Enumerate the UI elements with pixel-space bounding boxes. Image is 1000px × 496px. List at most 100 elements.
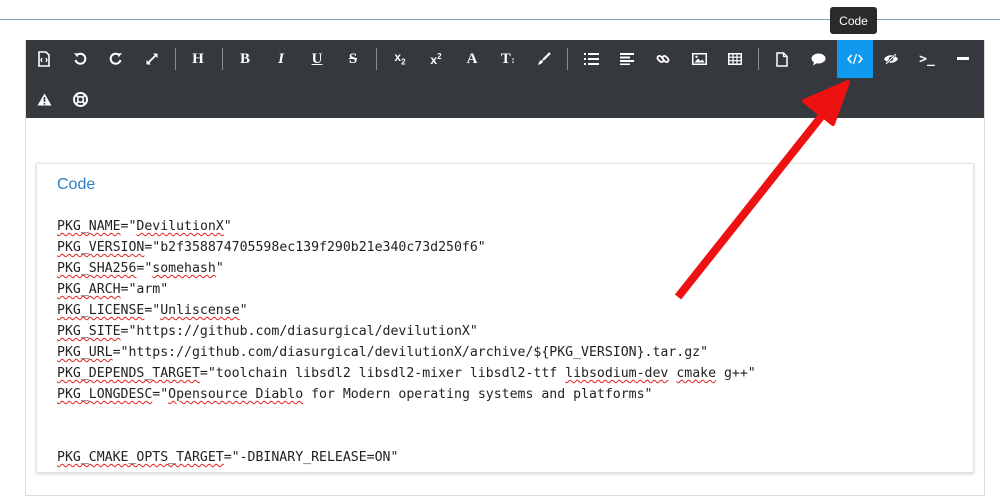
code-tooltip: Code [830, 7, 877, 34]
source-code-button[interactable] [26, 40, 62, 78]
spellcheck-flagged-text: PKG_LICENSE [57, 303, 145, 318]
code-text: for Modern operating systems and platfor… [303, 387, 653, 402]
spellcheck-flagged-text: PKG_URL [57, 345, 113, 360]
font-color-button[interactable]: A [454, 40, 490, 78]
code-text: " [239, 303, 248, 318]
spellcheck-flagged-text: PKG_CMAKE_OPTS_TARGET [57, 450, 224, 465]
brush-icon [537, 52, 551, 66]
table-icon [728, 53, 742, 65]
warning-button[interactable] [26, 80, 62, 118]
code-line: PKG_SHA256="somehash" [57, 258, 756, 279]
terminal-icon: >_ [919, 51, 935, 67]
code-line: PKG_URL="https://github.com/diasurgical/… [57, 342, 756, 363]
table-button[interactable] [717, 40, 753, 78]
italic-button[interactable]: I [263, 40, 299, 78]
spellcheck-flagged-text: DevilutionX [136, 219, 224, 234]
preview-eye-slash-icon [883, 53, 899, 65]
new-page-button[interactable] [764, 40, 800, 78]
undo-icon [73, 52, 87, 66]
code-text: " [223, 219, 232, 234]
heading-label: H [192, 50, 204, 67]
code-text: ="arm" [120, 282, 169, 297]
toolbar-separator [567, 48, 568, 70]
comment-icon [811, 53, 826, 66]
image-button[interactable] [681, 40, 717, 78]
brush-button[interactable] [526, 40, 562, 78]
underline-label: U [311, 50, 323, 67]
code-block-card: Code PKG_NAME="DevilutionX" PKG_VERSION="… [36, 163, 974, 473]
code-line: PKG_DEPENDS_TARGET="toolchain libsdl2 li… [57, 363, 756, 384]
toolbar-separator [758, 48, 759, 70]
spellcheck-flagged-text: PKG_NAME [57, 219, 121, 234]
code-button[interactable] [837, 40, 873, 78]
terminal-button[interactable]: >_ [909, 40, 945, 78]
spellcheck-flagged-text: libsodium-dev [565, 366, 669, 381]
subscript-index: 2 [401, 57, 406, 67]
bold-label: B [239, 50, 250, 67]
italic-label: I [278, 50, 284, 67]
strikethrough-label: S [348, 50, 358, 67]
help-button[interactable] [62, 80, 98, 118]
code-text: =" [120, 219, 137, 234]
rich-text-editor: H B I U S x2 x2 A T↕ >_ Code PKG_NAME="D… [25, 40, 985, 496]
bold-button[interactable]: B [227, 40, 263, 78]
font-size-button[interactable]: T↕ [490, 40, 526, 78]
toolbar-separator [175, 48, 176, 70]
fullscreen-icon [145, 52, 159, 66]
subscript-button[interactable]: x2 [382, 40, 418, 78]
code-line: PKG_ARCH="arm" [57, 279, 756, 300]
toolbar-separator [222, 48, 223, 70]
code-text: g++" [716, 366, 756, 381]
align-left-icon [620, 53, 634, 65]
code-line: PKG_NAME="DevilutionX" [57, 216, 756, 237]
code-text: =" [144, 303, 161, 318]
undo-button[interactable] [62, 40, 98, 78]
code-text: ="toolchain libsdl2 libsdl2-mixer libsdl… [199, 366, 566, 381]
align-button[interactable] [609, 40, 645, 78]
underline-button[interactable]: U [299, 40, 335, 78]
fullscreen-button[interactable] [134, 40, 170, 78]
code-line: PKG_LICENSE="Unliscense" [57, 300, 756, 321]
spellcheck-flagged-text: PKG_LONGDESC [57, 387, 153, 402]
toolbar-separator [376, 48, 377, 70]
spellcheck-flagged-text: PKG_VERSION [57, 240, 145, 255]
link-button[interactable] [645, 40, 681, 78]
code-text: ="b2f358874705598ec139f290b21e340c73d250… [144, 240, 486, 255]
code-text: ="https://github.com/diasurgical/devilut… [112, 345, 709, 360]
spellcheck-flagged-text: cmake [676, 366, 717, 381]
code-line: PKG_CMAKE_OPTS_TARGET="-DBINARY_RELEASE=… [57, 447, 756, 468]
superscript-button[interactable]: x2 [418, 40, 454, 78]
superscript-label: x2 [430, 52, 441, 66]
code-line: PKG_VERSION="b2f358874705598ec139f290b21… [57, 237, 756, 258]
redo-button[interactable] [98, 40, 134, 78]
code-text: ="-DBINARY_RELEASE=ON" [223, 450, 399, 465]
code-block-content[interactable]: PKG_NAME="DevilutionX" PKG_VERSION="b2f35… [57, 216, 756, 468]
source-icon [37, 51, 51, 67]
subscript-label: x2 [394, 51, 405, 66]
spellcheck-flagged-text: somehash [152, 261, 216, 276]
unordered-list-icon [583, 53, 599, 65]
spellcheck-flagged-text: PKG_ARCH [57, 282, 121, 297]
code-text: ="https://github.com/diasurgical/devilut… [120, 324, 478, 339]
redo-icon [109, 52, 123, 66]
preview-button[interactable] [873, 40, 909, 78]
font-color-label: A [466, 50, 478, 67]
spellcheck-flagged-text: PKG_SITE [57, 324, 121, 339]
spellcheck-flagged-text: PKG_SHA256 [57, 261, 137, 276]
heading-button[interactable]: H [180, 40, 216, 78]
font-size-glyph: T [500, 50, 511, 67]
comment-button[interactable] [800, 40, 836, 78]
code-line: PKG_LONGDESC="Opensource Diablo for Mode… [57, 384, 756, 405]
strikethrough-button[interactable]: S [335, 40, 371, 78]
page-icon [776, 51, 788, 67]
horizontal-rule-button[interactable] [945, 40, 981, 78]
spellcheck-flagged-text: PKG_DEPENDS_TARGET [57, 366, 200, 381]
code-block-title: Code [57, 176, 96, 193]
unordered-list-button[interactable] [573, 40, 609, 78]
code-line: PKG_SITE="https://github.com/diasurgical… [57, 321, 756, 342]
font-size-label: T↕ [500, 50, 516, 67]
code-text: =" [136, 261, 153, 276]
spellcheck-flagged-text: Unliscense [160, 303, 240, 318]
